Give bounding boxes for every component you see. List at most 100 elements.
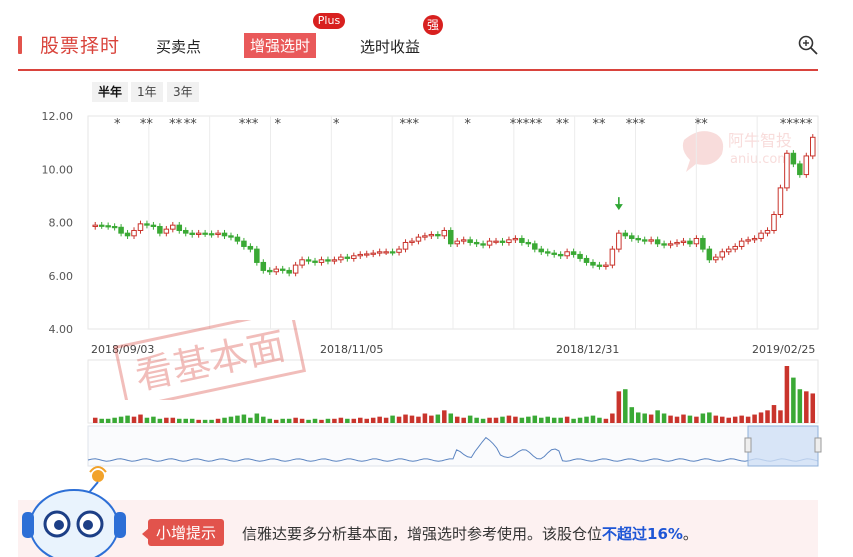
candle <box>713 256 719 261</box>
candle <box>448 229 454 245</box>
volume-bar <box>215 418 221 423</box>
candle <box>267 269 273 273</box>
volume-bar <box>726 417 731 423</box>
volume-bar <box>383 417 389 423</box>
timing-marker: ** <box>695 117 709 132</box>
candle <box>706 248 713 261</box>
volume-bar <box>345 418 350 423</box>
tab-timing-returns[interactable]: 选时收益 <box>360 36 420 57</box>
candle <box>157 225 163 234</box>
candle <box>435 233 441 237</box>
watermark-line2: aniu.com <box>730 152 790 167</box>
candle <box>234 236 241 242</box>
volume-bar <box>474 417 479 423</box>
volume-bar <box>293 417 298 423</box>
volume-bar <box>668 415 673 423</box>
volume-bar <box>480 418 486 423</box>
candle <box>228 235 234 238</box>
strong-badge: 强 <box>423 15 443 35</box>
volume-bar <box>138 414 143 423</box>
volume-bar <box>771 405 777 423</box>
candle <box>810 136 816 157</box>
timing-marker: ** <box>556 117 570 132</box>
candle <box>241 240 247 247</box>
candle <box>687 240 693 245</box>
candle <box>363 253 370 256</box>
title-marker <box>18 36 22 54</box>
volume-bar <box>248 417 253 423</box>
candle <box>460 239 467 242</box>
range-3-year-button[interactable]: 3年 <box>167 82 199 102</box>
range-1-year-button[interactable]: 1年 <box>131 82 163 102</box>
volume-bar <box>500 416 505 423</box>
volume-bar <box>752 414 757 423</box>
candle <box>693 237 700 245</box>
candle <box>603 264 609 267</box>
candle <box>338 256 344 261</box>
volume-bar <box>364 418 369 423</box>
volume-bar <box>577 417 583 423</box>
navigator-selection <box>747 425 819 467</box>
timing-marker: ***** <box>780 117 813 132</box>
timing-marker: ** <box>593 117 607 132</box>
zoom-in-icon[interactable] <box>797 34 819 56</box>
header-bar: 股票择时 买卖点 增强选时 Plus 选时收益 强 <box>0 0 853 72</box>
volume-bar <box>745 416 751 423</box>
volume-bar <box>170 417 176 423</box>
volume-bar <box>254 413 260 423</box>
volume-bar <box>332 418 337 423</box>
candle <box>208 233 215 236</box>
volume-bar <box>299 418 305 423</box>
timing-marker: ***** <box>510 117 543 132</box>
candle <box>758 232 764 239</box>
volume-bar <box>519 417 525 423</box>
volume-bar <box>545 416 550 423</box>
volume-bar <box>351 418 357 423</box>
volume-bar <box>661 413 667 423</box>
volume-bar <box>118 416 124 423</box>
timing-marker: ** <box>169 117 183 132</box>
volume-bar <box>778 410 783 423</box>
candle <box>454 240 460 245</box>
candle <box>544 251 551 254</box>
volume-bar <box>616 391 622 423</box>
volume-bar <box>222 417 227 423</box>
volume-bar <box>739 415 744 423</box>
volume-bar <box>267 418 273 423</box>
candle <box>480 243 486 246</box>
candle <box>105 225 111 228</box>
candle <box>428 233 435 237</box>
candle <box>725 248 732 253</box>
candle <box>111 225 118 229</box>
volume-bar <box>707 412 712 423</box>
volume-bar <box>674 416 680 423</box>
volume-bar <box>461 417 466 423</box>
volume-bar <box>92 417 98 423</box>
volume-bar <box>810 393 816 423</box>
candle <box>292 264 299 274</box>
candle <box>635 237 641 241</box>
volume-bar <box>454 416 460 423</box>
stock-chart[interactable]: 阿牛智投 aniu.com 12.0010.008.006.004.00 * **… <box>0 100 853 470</box>
candle <box>629 235 635 239</box>
candle <box>286 269 292 274</box>
candle <box>383 251 389 254</box>
tab-buy-sell-points[interactable]: 买卖点 <box>156 36 201 57</box>
volume-bar <box>125 415 130 423</box>
header-divider <box>18 69 818 71</box>
robot-mascot-icon <box>22 466 126 557</box>
candle <box>305 259 312 262</box>
x-tick-label: 2018/09/03 <box>91 343 154 356</box>
candle <box>376 251 383 254</box>
candle <box>182 229 189 234</box>
range-half-year-button[interactable]: 半年 <box>92 82 129 102</box>
candle <box>170 224 176 230</box>
volume-bar <box>209 419 214 423</box>
navigator-handle-right <box>814 437 822 453</box>
tab-enhanced-timing[interactable]: 增强选时 <box>244 33 317 58</box>
volume-bar <box>791 377 796 423</box>
candle <box>622 232 629 237</box>
timing-marker: *** <box>399 117 419 132</box>
candle <box>98 224 105 227</box>
volume-bar <box>506 415 512 423</box>
